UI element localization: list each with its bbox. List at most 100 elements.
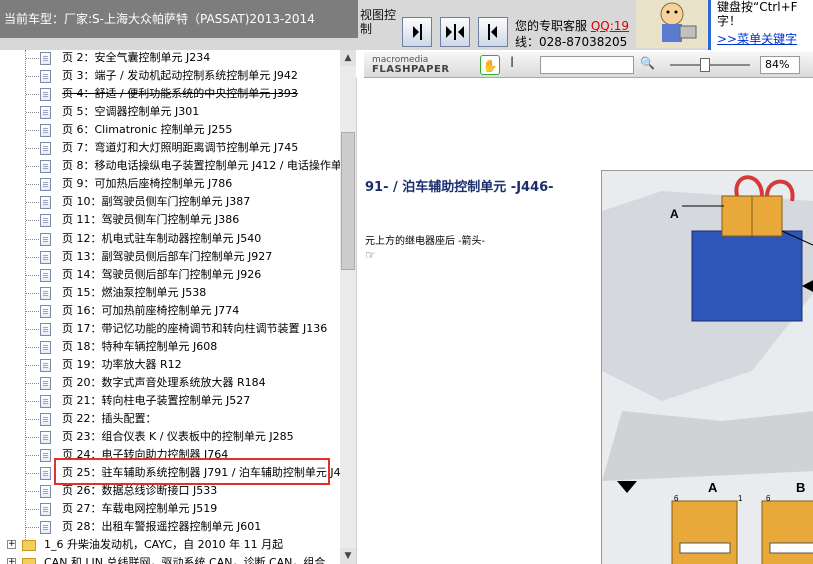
document-page-icon: [40, 485, 51, 499]
tree-page-item[interactable]: 页 20：数字式声音处理系统放大器 R184: [0, 374, 340, 392]
pin-label-6-right: 6: [766, 494, 771, 503]
tree-page-item[interactable]: 页 27：车载电网控制单元 J519: [0, 500, 340, 518]
hand-cursor-icon: ☞: [365, 248, 376, 262]
zoom-slider[interactable]: [670, 64, 750, 66]
split-view-button[interactable]: [440, 17, 470, 47]
tree-page-label: 页 2：安全气囊控制单元 J234: [62, 51, 211, 64]
document-page-icon: [40, 88, 51, 102]
document-page-icon: [40, 503, 51, 517]
tree-page-item[interactable]: 页 8：移动电话操纵电子装置控制单元 J412 / 电话操作单元: [0, 157, 340, 175]
tree-page-item[interactable]: 页 7：弯道灯和大灯照明距离调节控制单元 J745: [0, 139, 340, 157]
collapse-left-button[interactable]: [478, 17, 508, 47]
expand-plus-icon[interactable]: +: [7, 540, 16, 550]
tree-page-item[interactable]: 页 17：带记忆功能的座椅调节和转向柱调节装置 J136: [0, 320, 340, 338]
mascot-icon: [660, 2, 697, 42]
tree-page-item[interactable]: 页 6：Climatronic 控制单元 J255: [0, 121, 340, 139]
document-page-icon: [40, 124, 51, 138]
qq-link[interactable]: QQ:19: [591, 19, 629, 33]
split-arrows-icon: [446, 24, 464, 40]
mascot-image: [636, 0, 708, 48]
menu-keyword-link[interactable]: >>菜单关键字: [717, 32, 813, 46]
tree-page-label: 页 28：出租车警报遥控器控制单元 J601: [62, 520, 262, 534]
flashpaper-logo: macromedia FLASHPAPER: [372, 56, 450, 75]
document-page-icon: [40, 250, 51, 264]
expand-plus-icon[interactable]: +: [7, 558, 16, 564]
tree-page-item[interactable]: 页 16：可加热前座椅控制单元 J774: [0, 302, 340, 320]
tree-page-item[interactable]: 页 28：出租车警报遥控器控制单元 J601: [0, 518, 340, 536]
document-page-icon: [40, 286, 51, 300]
tree-page-label: 页 22：插头配置：: [62, 412, 157, 425]
document-page-icon: [40, 160, 51, 174]
tree-page-item[interactable]: 页 9：可加热后座椅控制单元 J786: [0, 175, 340, 193]
tree-page-label: 页 20：数字式声音处理系统放大器 R184: [62, 375, 266, 389]
document-page-icon: [40, 467, 51, 481]
arrow-left-bar-icon: [488, 24, 497, 40]
tree-page-label: 页 23：组合仪表 K / 仪表板中的控制单元 J285: [62, 430, 294, 444]
figure-label-a-top: A: [670, 207, 679, 221]
document-page-icon: [40, 178, 51, 192]
tree-page-item[interactable]: 页 22：插头配置：: [0, 410, 340, 428]
directory-tree: 页 2：安全气囊控制单元 J234 页 3：端子 / 发动机起动控制系统控制单元 …: [0, 50, 340, 564]
document-page-icon: [40, 376, 51, 390]
tree-page-label: 页 12：机电式驻车制动器控制单元 J540: [62, 231, 262, 245]
search-icon[interactable]: 🔍: [640, 56, 655, 70]
document-page-icon: [40, 340, 51, 354]
tree-page-item[interactable]: 页 14：驾驶员侧后部车门控制单元 J926: [0, 266, 340, 284]
tree-page-item[interactable]: 页 12：机电式驻车制动器控制单元 J540: [0, 230, 340, 248]
search-tip-box: 键盘按“Ctrl+F字！ >>菜单关键字: [708, 0, 813, 50]
zoom-slider-knob[interactable]: [700, 58, 710, 72]
tree-page-item[interactable]: 页 4：舒适 / 便利功能系统的中央控制单元 J393: [0, 85, 340, 103]
customer-service-info: 您的专职客服 QQ:19 线：028-87038205: [515, 18, 637, 50]
tree-page-item[interactable]: 页 13：副驾驶员侧后部车门控制单元 J927: [0, 248, 340, 266]
service-label: 您的专职客服: [515, 19, 588, 33]
document-page-icon: [40, 322, 51, 336]
hand-tool-icon[interactable]: ✋: [480, 55, 500, 75]
tree-page-label: 页 8：移动电话操纵电子装置控制单元 J412 / 电话操作单元: [62, 159, 340, 173]
tree-page-item[interactable]: 页 10：副驾驶员侧车门控制单元 J387: [0, 193, 340, 211]
tree-page-label: 页 6：Climatronic 控制单元 J255: [62, 123, 233, 137]
tree-page-label: 页 5：空调器控制单元 J301: [62, 105, 200, 119]
tree-page-item[interactable]: 页 23：组合仪表 K / 仪表板中的控制单元 J285: [0, 428, 340, 446]
tree-page-label: 页 14：驾驶员侧后部车门控制单元 J926: [62, 267, 262, 281]
tree-page-label: 页 27：车载电网控制单元 J519: [62, 502, 218, 516]
scroll-down-arrow-icon[interactable]: ▼: [340, 548, 356, 564]
tree-folder-item[interactable]: +1_6 升柴油发动机，CAYC，自 2010 年 11 月起: [0, 536, 340, 554]
tree-page-item[interactable]: 页 5：空调器控制单元 J301: [0, 103, 340, 121]
tree-folder-label: CAN 和 LIN 总线联网，驱动系统 CAN，诊断 CAN，组合: [44, 556, 326, 564]
tree-page-item[interactable]: 页 21：转向柱电子装置控制单元 J527: [0, 392, 340, 410]
document-page-icon: [40, 431, 51, 445]
document-page-icon: [40, 449, 51, 463]
tree-folder-item[interactable]: + CAN 和 LIN 总线联网，驱动系统 CAN，诊断 CAN，组合: [0, 554, 340, 564]
tree-scrollbar[interactable]: ▲ ▼: [340, 50, 356, 564]
tree-page-label: 页 9：可加热后座椅控制单元 J786: [62, 177, 233, 191]
tree-page-label: 页 10：副驾驶员侧车门控制单元 J387: [62, 195, 251, 209]
component-location-figure: A A B 6 1 6: [601, 170, 813, 564]
arrow-right-bar-icon: [413, 24, 422, 40]
tree-page-label: 页 7：弯道灯和大灯照明距离调节控制单元 J745: [62, 141, 299, 155]
tree-page-label: 页 13：副驾驶员侧后部车门控制单元 J927: [62, 249, 273, 263]
tree-page-item[interactable]: 页 11：驾驶员侧车门控制单元 J386: [0, 211, 340, 229]
document-page-icon: [40, 214, 51, 228]
tree-page-item[interactable]: 页 19：功率放大器 R12: [0, 356, 340, 374]
scroll-up-arrow-icon[interactable]: ▲: [340, 50, 356, 66]
selection-highlight-box: [54, 458, 330, 485]
document-page-icon: [40, 413, 51, 426]
figure-label-b: B: [796, 480, 805, 495]
tree-page-item[interactable]: 页 18：特种车辆控制单元 J608: [0, 338, 340, 356]
folder-icon: [22, 558, 36, 564]
tree-page-item[interactable]: 页 3：端子 / 发动机起动控制系统控制单元 J942: [0, 67, 340, 85]
top-bar: 当前车型：厂家:S-上海大众帕萨特（PASSAT)2013-2014 视图控制 …: [0, 0, 813, 50]
document-page-icon: [40, 394, 51, 408]
document-view[interactable]: 91- / 泊车辅助控制单元 -J446- 元上方的继电器座后 -箭头- ☞ A…: [356, 78, 813, 564]
text-select-icon[interactable]: I: [510, 55, 514, 71]
expand-right-button[interactable]: [402, 17, 432, 47]
search-input[interactable]: [540, 56, 634, 74]
pin-label-1: 1: [738, 494, 743, 503]
scroll-thumb[interactable]: [341, 132, 355, 270]
tree-page-item[interactable]: 页 2：安全气囊控制单元 J234: [0, 50, 340, 67]
search-tip-text: 键盘按“Ctrl+F字！: [717, 0, 798, 28]
tree-page-label: 页 3：端子 / 发动机起动控制系统控制单元 J942: [62, 69, 298, 83]
zoom-field[interactable]: 84%: [760, 56, 800, 74]
tree-page-item[interactable]: 页 15：燃油泵控制单元 J538: [0, 284, 340, 302]
document-page-icon: [40, 232, 51, 246]
